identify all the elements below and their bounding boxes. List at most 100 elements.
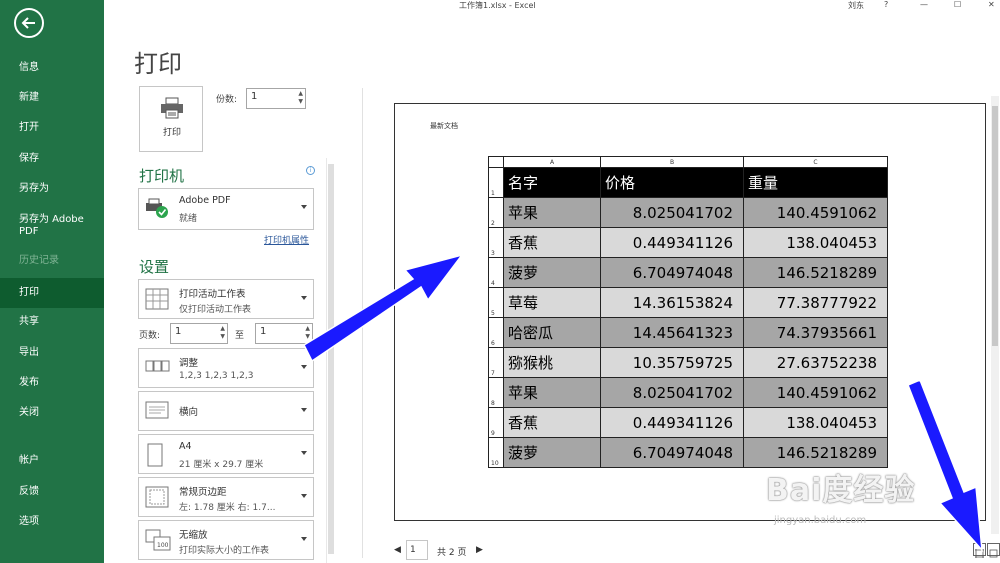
table-cell: 0.449341126: [600, 407, 744, 438]
sheet-header-text: 最新文档: [430, 122, 458, 130]
copies-stepper[interactable]: 1 ▲ ▼: [246, 88, 306, 109]
stepper-arrows-icon[interactable]: ▲ ▼: [220, 325, 225, 341]
previous-page-icon[interactable]: ◀: [394, 545, 401, 555]
back-arrow-icon[interactable]: [14, 8, 44, 38]
table-cell: 74.37935661: [743, 317, 888, 348]
table-cell: 6.704974048: [600, 437, 744, 468]
close-button[interactable]: ✕: [988, 0, 995, 9]
settings-section-header: 设置: [139, 258, 170, 276]
printer-properties-link[interactable]: 打印机属性: [264, 233, 309, 246]
nav-item-print[interactable]: 打印: [0, 278, 104, 308]
nav-item-options[interactable]: 选项: [0, 507, 104, 537]
nav-item-save[interactable]: 保存: [0, 144, 104, 174]
pages-from-stepper[interactable]: 1 ▲ ▼: [170, 323, 228, 344]
nav-item-export[interactable]: 导出: [0, 338, 104, 368]
nav-item-save-as[interactable]: 另存为: [0, 174, 104, 204]
collate-dropdown[interactable]: 调整 1,2,3 1,2,3 1,2,3: [138, 348, 314, 388]
table-cell: 140.4591062: [743, 377, 888, 408]
printer-section-header: 打印机: [139, 167, 185, 185]
nav-item-save-as-pdf[interactable]: 另存为 Adobe PDF: [0, 211, 90, 241]
nav-item-publish[interactable]: 发布: [0, 368, 104, 398]
collate-icon: [145, 360, 170, 372]
nav-item-new[interactable]: 新建: [0, 83, 104, 113]
row-number: 7: [488, 347, 504, 378]
nav-item-share[interactable]: 共享: [0, 307, 104, 337]
margins-dropdown[interactable]: 常规页边距 左: 1.78 厘米 右: 1.7...: [138, 477, 314, 517]
table-row: 2 苹果 8.025041702 140.4591062: [488, 197, 888, 228]
table-cell: 香蕉: [503, 227, 601, 258]
print-button[interactable]: 打印: [139, 86, 203, 152]
table-row: 4 菠萝 6.704974048 146.5218289: [488, 257, 888, 288]
row-number: 3: [488, 227, 504, 258]
watermark-url: jingyan.baidu.com: [774, 515, 867, 526]
title-bar: 工作簿1.xlsx - Excel 刘东 ? — ☐ ✕: [104, 0, 1000, 12]
table-row: 6 哈密瓜 14.45641323 74.37935661: [488, 317, 888, 348]
pages-from-value: 1: [175, 326, 182, 337]
copies-label: 份数:: [216, 95, 238, 105]
window-title: 工作簿1.xlsx - Excel: [459, 1, 536, 10]
table-cell: 140.4591062: [743, 197, 888, 228]
orientation-dropdown[interactable]: 横向: [138, 391, 314, 431]
scaling-100-icon: 100: [145, 529, 171, 551]
header-cell: 重量: [743, 167, 888, 198]
stepper-arrows-icon[interactable]: ▲ ▼: [305, 325, 310, 341]
print-scope-dropdown[interactable]: 打印活动工作表 仅打印活动工作表: [138, 279, 314, 319]
table-header-row: 1 名字 价格 重量: [488, 167, 888, 198]
scaling-dropdown[interactable]: 100 无缩放 打印实际大小的工作表: [138, 520, 314, 560]
margins-icon: [145, 486, 169, 508]
stepper-arrows-icon[interactable]: ▲ ▼: [298, 90, 303, 106]
user-name[interactable]: 刘东: [848, 0, 864, 11]
printer-icon: [161, 97, 183, 119]
table-cell: 77.38777922: [743, 287, 888, 318]
row-number: 8: [488, 377, 504, 408]
table-cell: 138.040453: [743, 407, 888, 438]
header-cell: 名字: [503, 167, 601, 198]
row-number: 1: [488, 167, 504, 198]
printer-name: Adobe PDF: [179, 195, 231, 206]
copies-value: 1: [251, 91, 258, 102]
table-cell: 138.040453: [743, 227, 888, 258]
chevron-down-icon: [301, 537, 307, 541]
minimize-button[interactable]: —: [920, 0, 928, 9]
baidu-watermark: Bai度经验 jingyan.baidu.com: [766, 465, 916, 526]
printer-dropdown[interactable]: Adobe PDF 就绪: [138, 188, 314, 230]
column-header: A: [503, 156, 601, 168]
scrollbar-thumb[interactable]: [328, 164, 334, 554]
info-icon[interactable]: i: [306, 166, 315, 175]
margins-desc: 左: 1.78 厘米 右: 1.7...: [179, 503, 276, 513]
table-cell: 14.36153824: [600, 287, 744, 318]
nav-item-open[interactable]: 打开: [0, 113, 104, 143]
print-preview-page: 最新文档 A B C 1 名字 价格 重量 2 苹果 8.025041702 1…: [394, 103, 986, 521]
table-cell: 苹果: [503, 377, 601, 408]
table-cell: 苹果: [503, 197, 601, 228]
column-header-row: A B C: [488, 156, 888, 168]
paper-size-dropdown[interactable]: A4 21 厘米 x 29.7 厘米: [138, 434, 314, 474]
scrollbar-thumb[interactable]: [992, 106, 998, 346]
nav-item-info[interactable]: 信息: [0, 53, 104, 83]
table-row: 9 香蕉 0.449341126 138.040453: [488, 407, 888, 438]
nav-item-close[interactable]: 关闭: [0, 398, 104, 428]
watermark-logo-text: Bai度经验: [766, 473, 916, 508]
row-number: 6: [488, 317, 504, 348]
table-cell: 10.35759725: [600, 347, 744, 378]
nav-item-account[interactable]: 帐户: [0, 446, 104, 476]
help-button[interactable]: ?: [884, 0, 888, 9]
settings-scrollbar[interactable]: [326, 158, 334, 563]
paper-size-desc: 21 厘米 x 29.7 厘米: [179, 460, 264, 470]
table-cell: 草莓: [503, 287, 601, 318]
preview-scrollbar[interactable]: [991, 96, 999, 534]
pages-label: 页数:: [139, 331, 161, 341]
pages-to-stepper[interactable]: 1 ▲ ▼: [255, 323, 313, 344]
nav-item-feedback[interactable]: 反馈: [0, 477, 104, 507]
row-number: 2: [488, 197, 504, 228]
current-page-input[interactable]: 1: [406, 540, 428, 560]
table-row: 5 草莓 14.36153824 77.38777922: [488, 287, 888, 318]
show-margins-icon[interactable]: [973, 543, 986, 558]
table-cell: 香蕉: [503, 407, 601, 438]
next-page-icon[interactable]: ▶: [476, 545, 483, 555]
maximize-button[interactable]: ☐: [954, 0, 961, 9]
scaling-desc: 打印实际大小的工作表: [179, 546, 270, 556]
chevron-down-icon: [301, 408, 307, 412]
orientation-title: 横向: [179, 407, 199, 418]
zoom-to-page-icon[interactable]: [987, 543, 1000, 558]
